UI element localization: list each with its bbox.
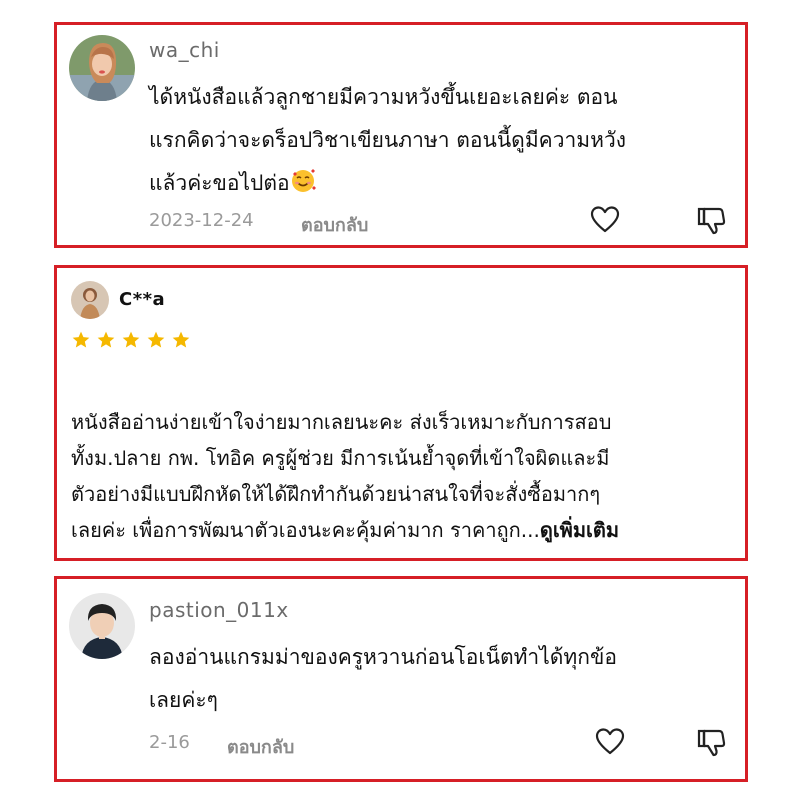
- comment-card-wa-chi: wa_chi ได้หนังสือแล้วลูกชายมีความหวังขึ้…: [54, 22, 748, 248]
- comment-text: ได้หนังสือแล้วลูกชายมีความหวังขึ้นเยอะเล…: [149, 76, 626, 209]
- comment-date: 2-16: [149, 732, 190, 753]
- review-line: หนังสืออ่านง่ายเข้าใจง่ายมากเลยนะคะ ส่งเ…: [71, 410, 612, 434]
- star-icon: [147, 331, 165, 348]
- comment-date: 2023-12-24: [149, 210, 254, 231]
- review-line: ทั้งม.ปลาย กพ. โทอิค ครูผู้ช่วย มีการเน้…: [71, 446, 610, 470]
- avatar[interactable]: [69, 593, 135, 659]
- comment-line: แรกคิดว่าจะดร็อปวิชาเขียนภาษา ตอนนี้ดูมี…: [149, 128, 627, 152]
- reply-button[interactable]: ตอบกลับ: [301, 210, 368, 239]
- review-card-c-a: C**a หนังสืออ่านง่ายเข้าใจง่ายมากเลยนะคะ…: [54, 265, 748, 561]
- comment-line: ลองอ่านแกรมม่าของครูหวานก่อนโอเน็ตทำได้ท…: [149, 645, 617, 669]
- username[interactable]: wa_chi: [149, 38, 220, 62]
- star-icon: [172, 331, 190, 348]
- thumbs-down-icon[interactable]: [695, 203, 729, 237]
- reply-button[interactable]: ตอบกลับ: [227, 732, 294, 761]
- smiling-face-with-hearts-icon: [290, 166, 316, 209]
- comment-line-with-emoji: แล้วค่ะขอไปต่อ: [149, 162, 626, 209]
- comment-line: เลยค่ะๆ: [149, 688, 218, 712]
- username[interactable]: pastion_011x: [149, 598, 289, 622]
- star-icon: [122, 331, 140, 348]
- heart-icon[interactable]: [588, 203, 622, 237]
- heart-icon[interactable]: [593, 725, 627, 759]
- comment-card-pastion: pastion_011x ลองอ่านแกรมม่าของครูหวานก่อ…: [54, 576, 748, 782]
- review-line-text: เลยค่ะ เพื่อการพัฒนาตัวเองนะคะคุ้มค่ามาก…: [71, 518, 540, 542]
- comment-line-text: แล้วค่ะขอไปต่อ: [149, 171, 290, 195]
- star-icon: [97, 331, 115, 348]
- avatar[interactable]: [71, 281, 109, 319]
- comment-text: ลองอ่านแกรมม่าของครูหวานก่อนโอเน็ตทำได้ท…: [149, 636, 617, 722]
- thumbs-down-icon[interactable]: [695, 725, 729, 759]
- review-text: หนังสืออ่านง่ายเข้าใจง่ายมากเลยนะคะ ส่งเ…: [71, 404, 619, 548]
- review-line: ตัวอย่างมีแบบฝึกหัดให้ได้ฝึกทำกันด้วยน่า…: [71, 482, 601, 506]
- avatar[interactable]: [69, 35, 135, 101]
- see-more-link[interactable]: ดูเพิ่มเติม: [540, 518, 619, 542]
- comment-line: ได้หนังสือแล้วลูกชายมีความหวังขึ้นเยอะเล…: [149, 85, 618, 109]
- star-icon: [72, 331, 90, 348]
- username[interactable]: C**a: [119, 289, 165, 310]
- star-rating: [71, 330, 191, 350]
- review-line-with-more: เลยค่ะ เพื่อการพัฒนาตัวเองนะคะคุ้มค่ามาก…: [71, 512, 619, 548]
